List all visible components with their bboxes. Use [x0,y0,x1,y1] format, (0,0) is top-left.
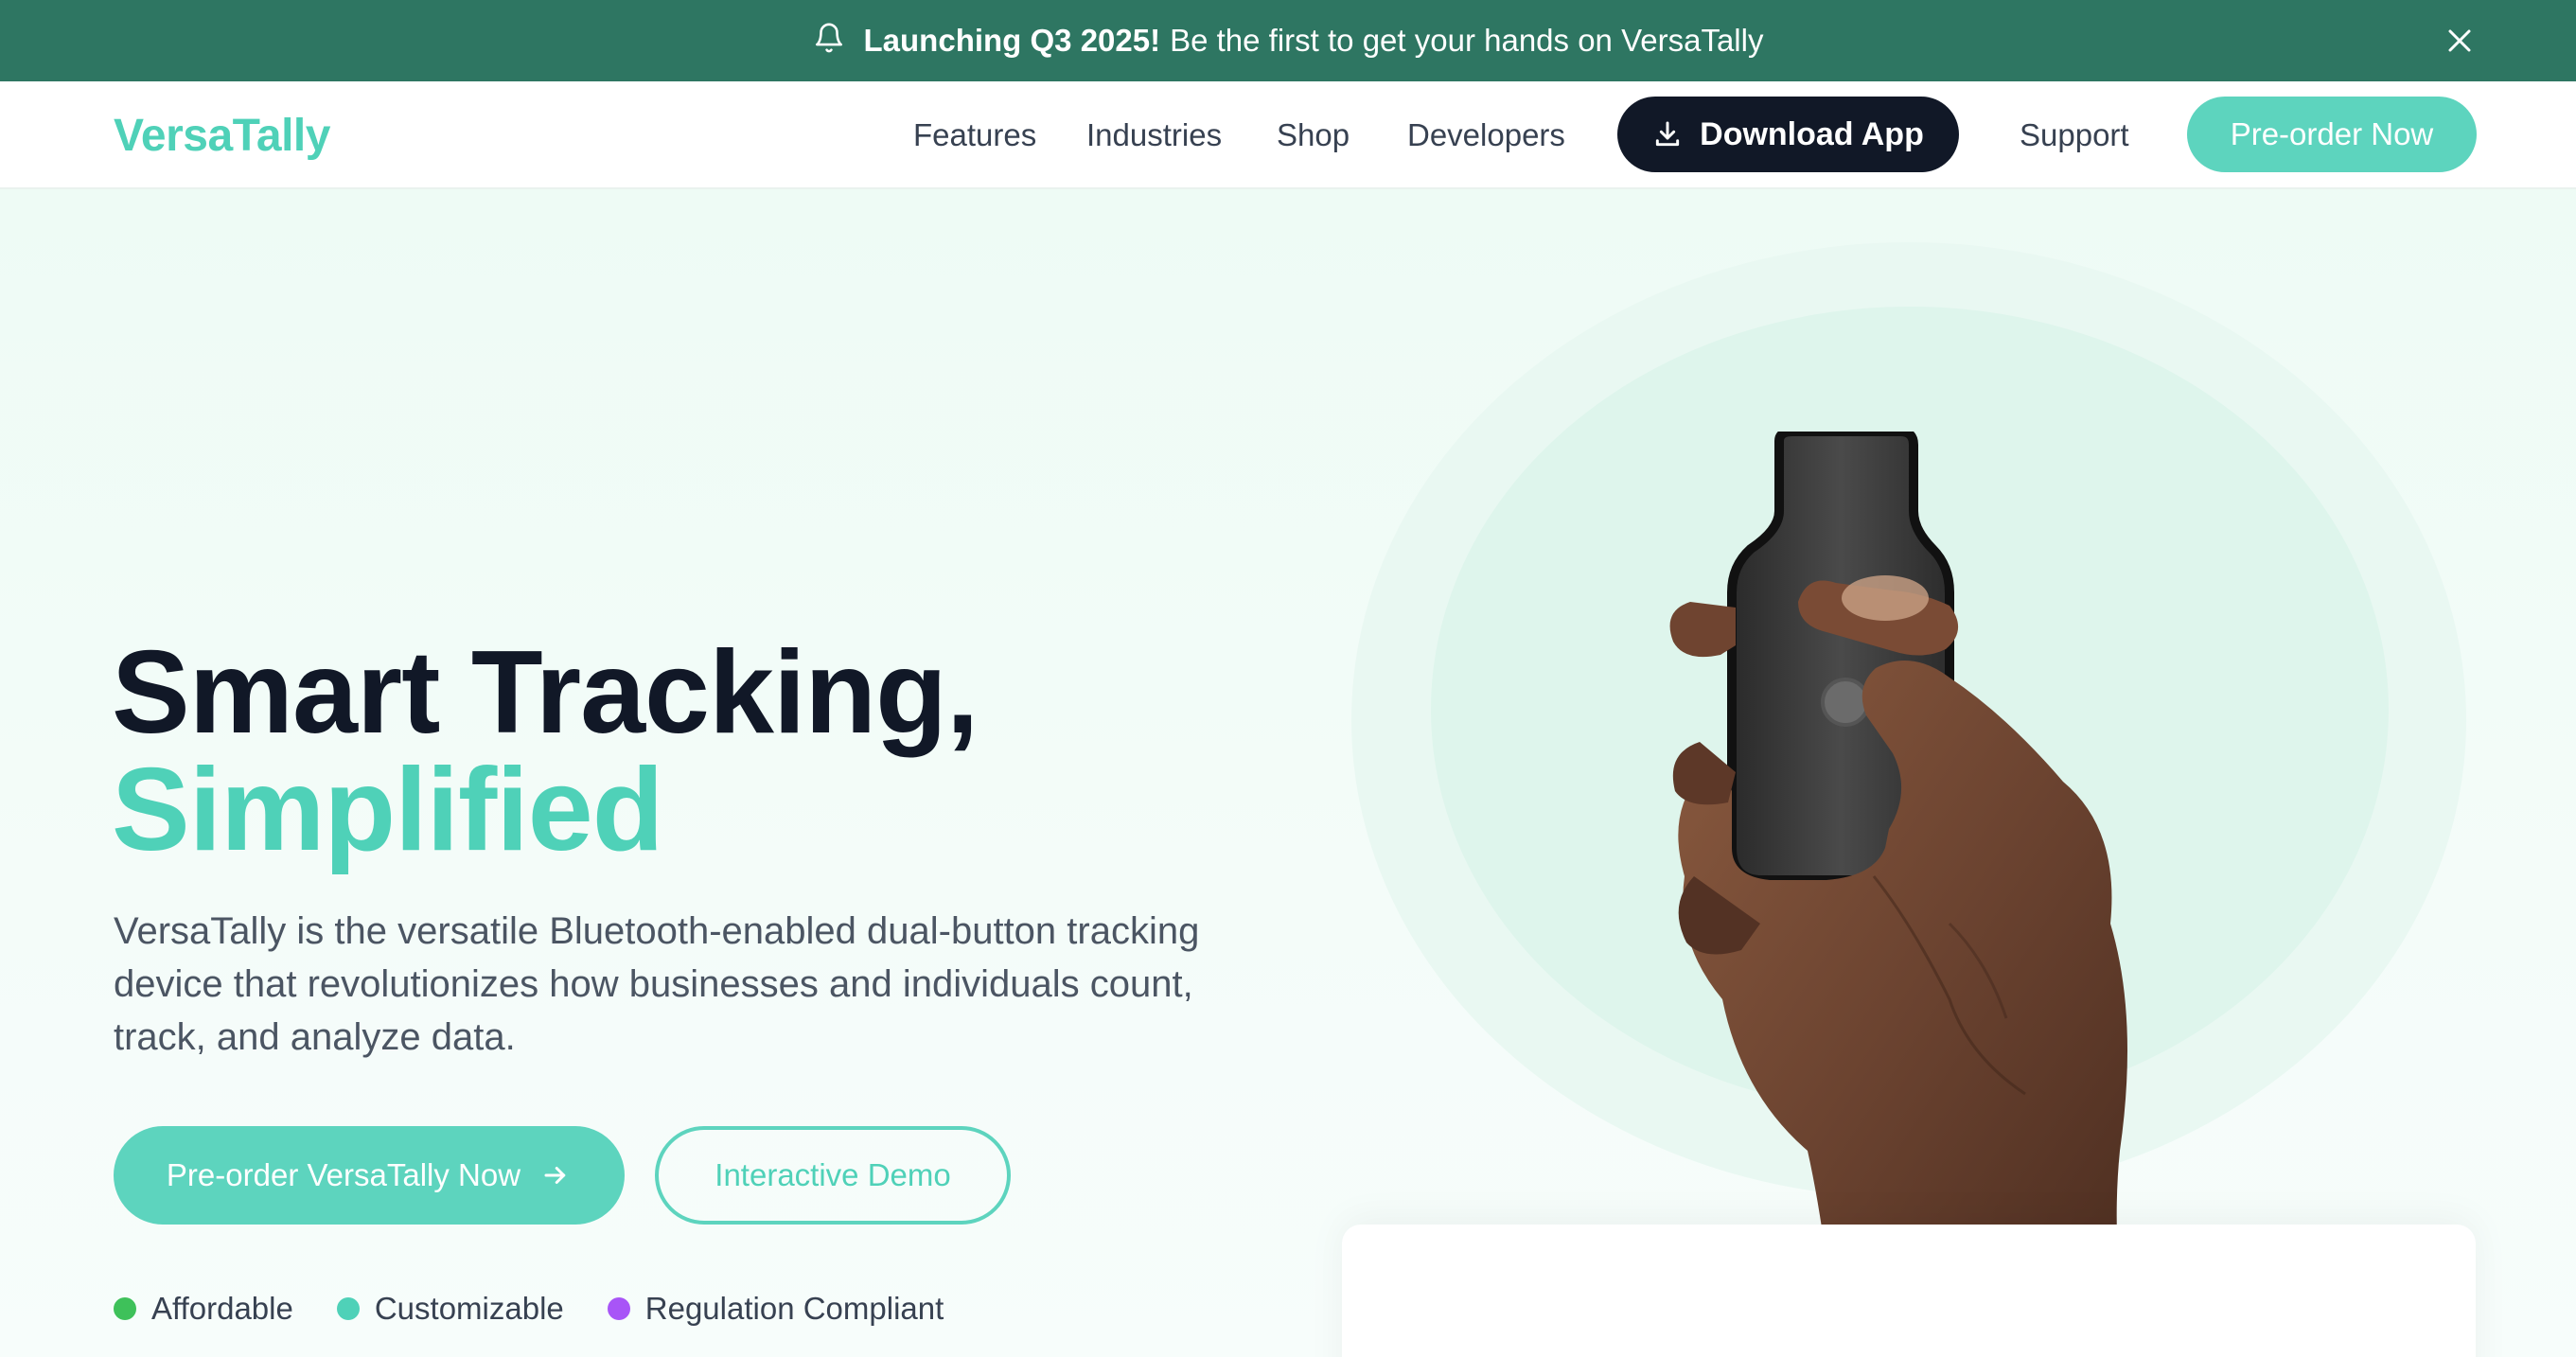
hero-section: Smart Tracking, Simplified VersaTally is… [0,189,2576,1357]
purple-dot-icon [607,1297,630,1320]
download-app-button[interactable]: Download App [1617,97,1959,172]
feature-badges: Affordable Customizable Regulation Compl… [114,1291,987,1327]
hero-description: VersaTally is the versatile Bluetooth-en… [114,910,1200,1058]
badge-label: Regulation Compliant [644,1291,944,1326]
hero-headline-line2: Simplified [112,745,664,875]
arrow-right-icon [539,1161,572,1190]
top-nav: VersaTally Features Industries Shop Deve… [0,81,2576,189]
hero-headline-line1: Smart Tracking, [112,627,979,758]
nav-link-support[interactable]: Support [2020,117,2129,153]
hero-headline: Smart Tracking, Simplified [112,627,979,875]
preorder-now-button[interactable]: Pre-order Now [2187,97,2477,172]
badge-customizable: Customizable [336,1291,564,1327]
badge-affordable: Affordable [114,1291,293,1327]
download-app-label: Download App [1700,115,1924,152]
bell-icon [813,20,845,56]
preorder-versatally-button[interactable]: Pre-order VersaTally Now [114,1126,625,1225]
close-icon[interactable] [2438,19,2481,62]
feature-card [1342,1225,2476,1357]
badge-label: Affordable [151,1291,293,1326]
nav-link-features[interactable]: Features [913,117,1036,153]
green-dot-icon [114,1297,136,1320]
nav-link-industries[interactable]: Industries [1086,117,1222,153]
announcement-text: Be the first to get your hands on VersaT… [1170,23,1764,58]
nav-link-developers[interactable]: Developers [1407,117,1565,153]
badge-label: Customizable [374,1291,564,1326]
interactive-demo-button[interactable]: Interactive Demo [655,1126,1011,1225]
nav-link-shop[interactable]: Shop [1277,117,1350,153]
announcement-bar: Launching Q3 2025! Be the first to get y… [0,0,2576,81]
download-icon [1652,119,1683,150]
announcement-bold-text: Launching Q3 2025! [863,23,1161,58]
preorder-versatally-label: Pre-order VersaTally Now [166,1157,521,1192]
device-in-hand-image [1669,432,2158,1357]
logo[interactable]: VersaTally [114,110,330,162]
badge-regulation-compliant: Regulation Compliant [607,1291,944,1327]
teal-dot-icon [336,1297,360,1320]
